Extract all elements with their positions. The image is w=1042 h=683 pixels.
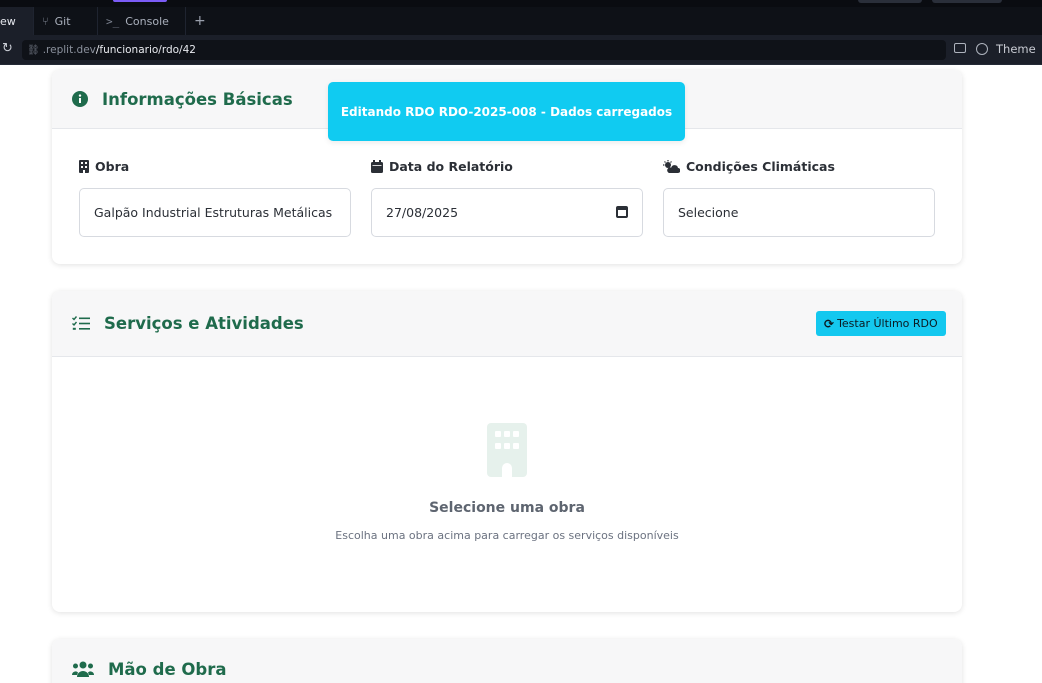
services-title: Serviços e Atividades xyxy=(104,314,304,333)
building-icon xyxy=(79,159,89,173)
tab-preview-label: ew xyxy=(0,14,16,28)
test-last-rdo-button[interactable]: ⟳ Testar Último RDO xyxy=(816,311,946,336)
obra-select[interactable]: Galpão Industrial Estruturas Metálicas xyxy=(79,188,351,237)
window-control-pill xyxy=(858,0,922,3)
clima-label-text: Condições Climáticas xyxy=(686,158,835,174)
tab-console-label: Console xyxy=(125,14,169,28)
clima-field: Condições Climáticas Selecione xyxy=(663,158,935,237)
tasks-icon xyxy=(72,316,90,331)
obra-label: Obra xyxy=(79,158,351,174)
info-circle-icon xyxy=(72,91,88,107)
basic-info-title: Informações Básicas xyxy=(102,89,293,109)
clima-select-value: Selecione xyxy=(678,205,739,220)
terminal-icon: >_ xyxy=(106,14,120,28)
data-field: Data do Relatório 27/08/2025 xyxy=(371,158,643,237)
services-header: Serviços e Atividades ⟳ Testar Último RD… xyxy=(52,291,962,357)
services-card: Serviços e Atividades ⟳ Testar Último RD… xyxy=(52,291,962,612)
cloud-sun-icon xyxy=(663,159,680,173)
empty-state-title: Selecione uma obra xyxy=(429,500,585,516)
address-bar: ↻ ⛓ .replit.dev /funcionario/rdo/42 Them… xyxy=(0,35,1042,65)
browser-tab-bar: ew ⑂ Git >_ Console + xyxy=(0,0,1042,35)
link-icon: ⛓ xyxy=(27,44,40,56)
calendar-icon xyxy=(371,159,383,173)
sync-icon: ⟳ xyxy=(824,316,835,331)
tab-preview[interactable]: ew xyxy=(0,7,34,35)
obra-select-value: Galpão Industrial Estruturas Metálicas xyxy=(94,205,333,220)
test-last-rdo-label: Testar Último RDO xyxy=(837,317,938,330)
building-icon xyxy=(487,423,527,477)
git-branch-icon: ⑂ xyxy=(42,14,49,28)
url-path: /funcionario/rdo/42 xyxy=(95,44,196,56)
obra-label-text: Obra xyxy=(95,158,130,174)
date-input[interactable]: 27/08/2025 xyxy=(371,188,643,237)
clima-label: Condições Climáticas xyxy=(663,158,935,174)
users-icon xyxy=(72,661,94,677)
tab-console[interactable]: >_ Console xyxy=(98,7,186,35)
clima-select[interactable]: Selecione xyxy=(663,188,935,237)
new-tab-button[interactable]: + xyxy=(186,7,210,35)
url-host: .replit.dev xyxy=(42,44,96,56)
tab-git-label: Git xyxy=(54,14,71,28)
toast-notification: Editando RDO RDO-2025-008 - Dados carreg… xyxy=(328,82,685,141)
reload-icon[interactable]: ↻ xyxy=(2,41,13,56)
theme-button[interactable]: Theme xyxy=(996,42,1036,56)
data-label-text: Data do Relatório xyxy=(389,158,513,174)
palette-icon[interactable] xyxy=(976,43,988,55)
url-field[interactable]: ⛓ .replit.dev /funcionario/rdo/42 xyxy=(22,40,946,60)
labor-header: Mão de Obra xyxy=(52,639,962,683)
toast-message: Editando RDO RDO-2025-008 - Dados carreg… xyxy=(340,104,673,119)
window-control-pill xyxy=(932,0,1002,3)
date-input-value: 27/08/2025 xyxy=(386,205,459,220)
obra-field: Obra Galpão Industrial Estruturas Metáli… xyxy=(79,158,351,237)
active-indicator xyxy=(113,0,167,2)
devices-icon[interactable] xyxy=(954,43,966,53)
empty-state-description: Escolha uma obra acima para carregar os … xyxy=(335,529,679,542)
plus-icon: + xyxy=(194,13,206,29)
tab-git[interactable]: ⑂ Git xyxy=(34,7,98,35)
labor-title: Mão de Obra xyxy=(108,659,227,679)
data-label: Data do Relatório xyxy=(371,158,643,174)
date-picker-icon[interactable] xyxy=(616,206,628,218)
labor-card: Mão de Obra xyxy=(52,639,962,683)
